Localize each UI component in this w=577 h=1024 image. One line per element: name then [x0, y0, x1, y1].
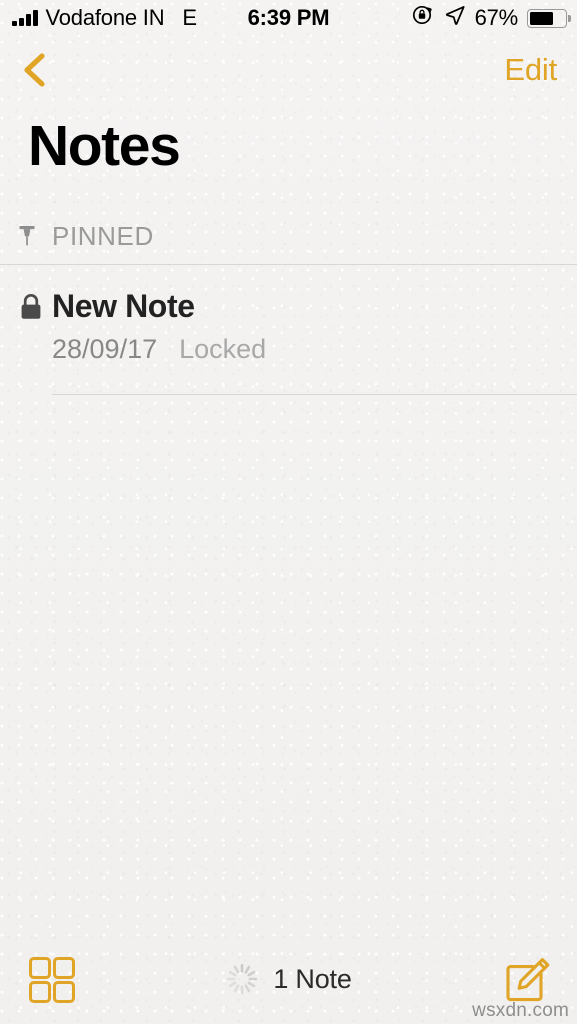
notes-app-screen: Vodafone IN E 6:39 PM 67% Edit Notes PIN…: [0, 0, 577, 1024]
network-type-label: E: [182, 5, 197, 30]
loading-spinner-icon: [225, 962, 259, 996]
note-count-label: 1 Note: [273, 963, 352, 994]
site-watermark: wsxdn.com: [472, 1000, 569, 1021]
table-row[interactable]: New Note 28/09/17 Locked: [0, 278, 577, 388]
compose-note-button[interactable]: [501, 952, 555, 1006]
signal-bars-icon: [12, 10, 38, 26]
status-bar-left: Vodafone IN E: [0, 5, 197, 31]
back-button[interactable]: [14, 48, 58, 92]
status-bar: Vodafone IN E 6:39 PM 67%: [0, 0, 577, 36]
pinned-section-label: PINNED: [52, 220, 154, 251]
note-metadata: 28/09/17 Locked: [52, 334, 266, 365]
note-title: New Note: [52, 288, 195, 324]
note-status: Locked: [179, 334, 267, 364]
rotation-lock-icon: [411, 3, 435, 33]
row-separator: [52, 394, 577, 395]
bottom-toolbar: 1 Note wsxdn.com: [0, 948, 577, 1024]
navigation-bar: Edit: [0, 38, 577, 100]
carrier-name: Vodafone IN: [45, 5, 165, 30]
page-title: Notes: [28, 114, 181, 178]
edit-button[interactable]: Edit: [504, 52, 557, 88]
toolbar-status-group: 1 Note: [0, 962, 577, 996]
lock-icon: [18, 292, 44, 322]
pin-icon: [16, 224, 38, 248]
location-arrow-icon: [444, 4, 466, 32]
status-bar-right: 67%: [411, 3, 571, 33]
note-date: 28/09/17: [52, 334, 158, 364]
section-separator: [0, 264, 577, 265]
battery-percentage: 67%: [474, 5, 519, 30]
pinned-section-header: PINNED: [0, 212, 577, 260]
battery-icon: [527, 8, 571, 28]
